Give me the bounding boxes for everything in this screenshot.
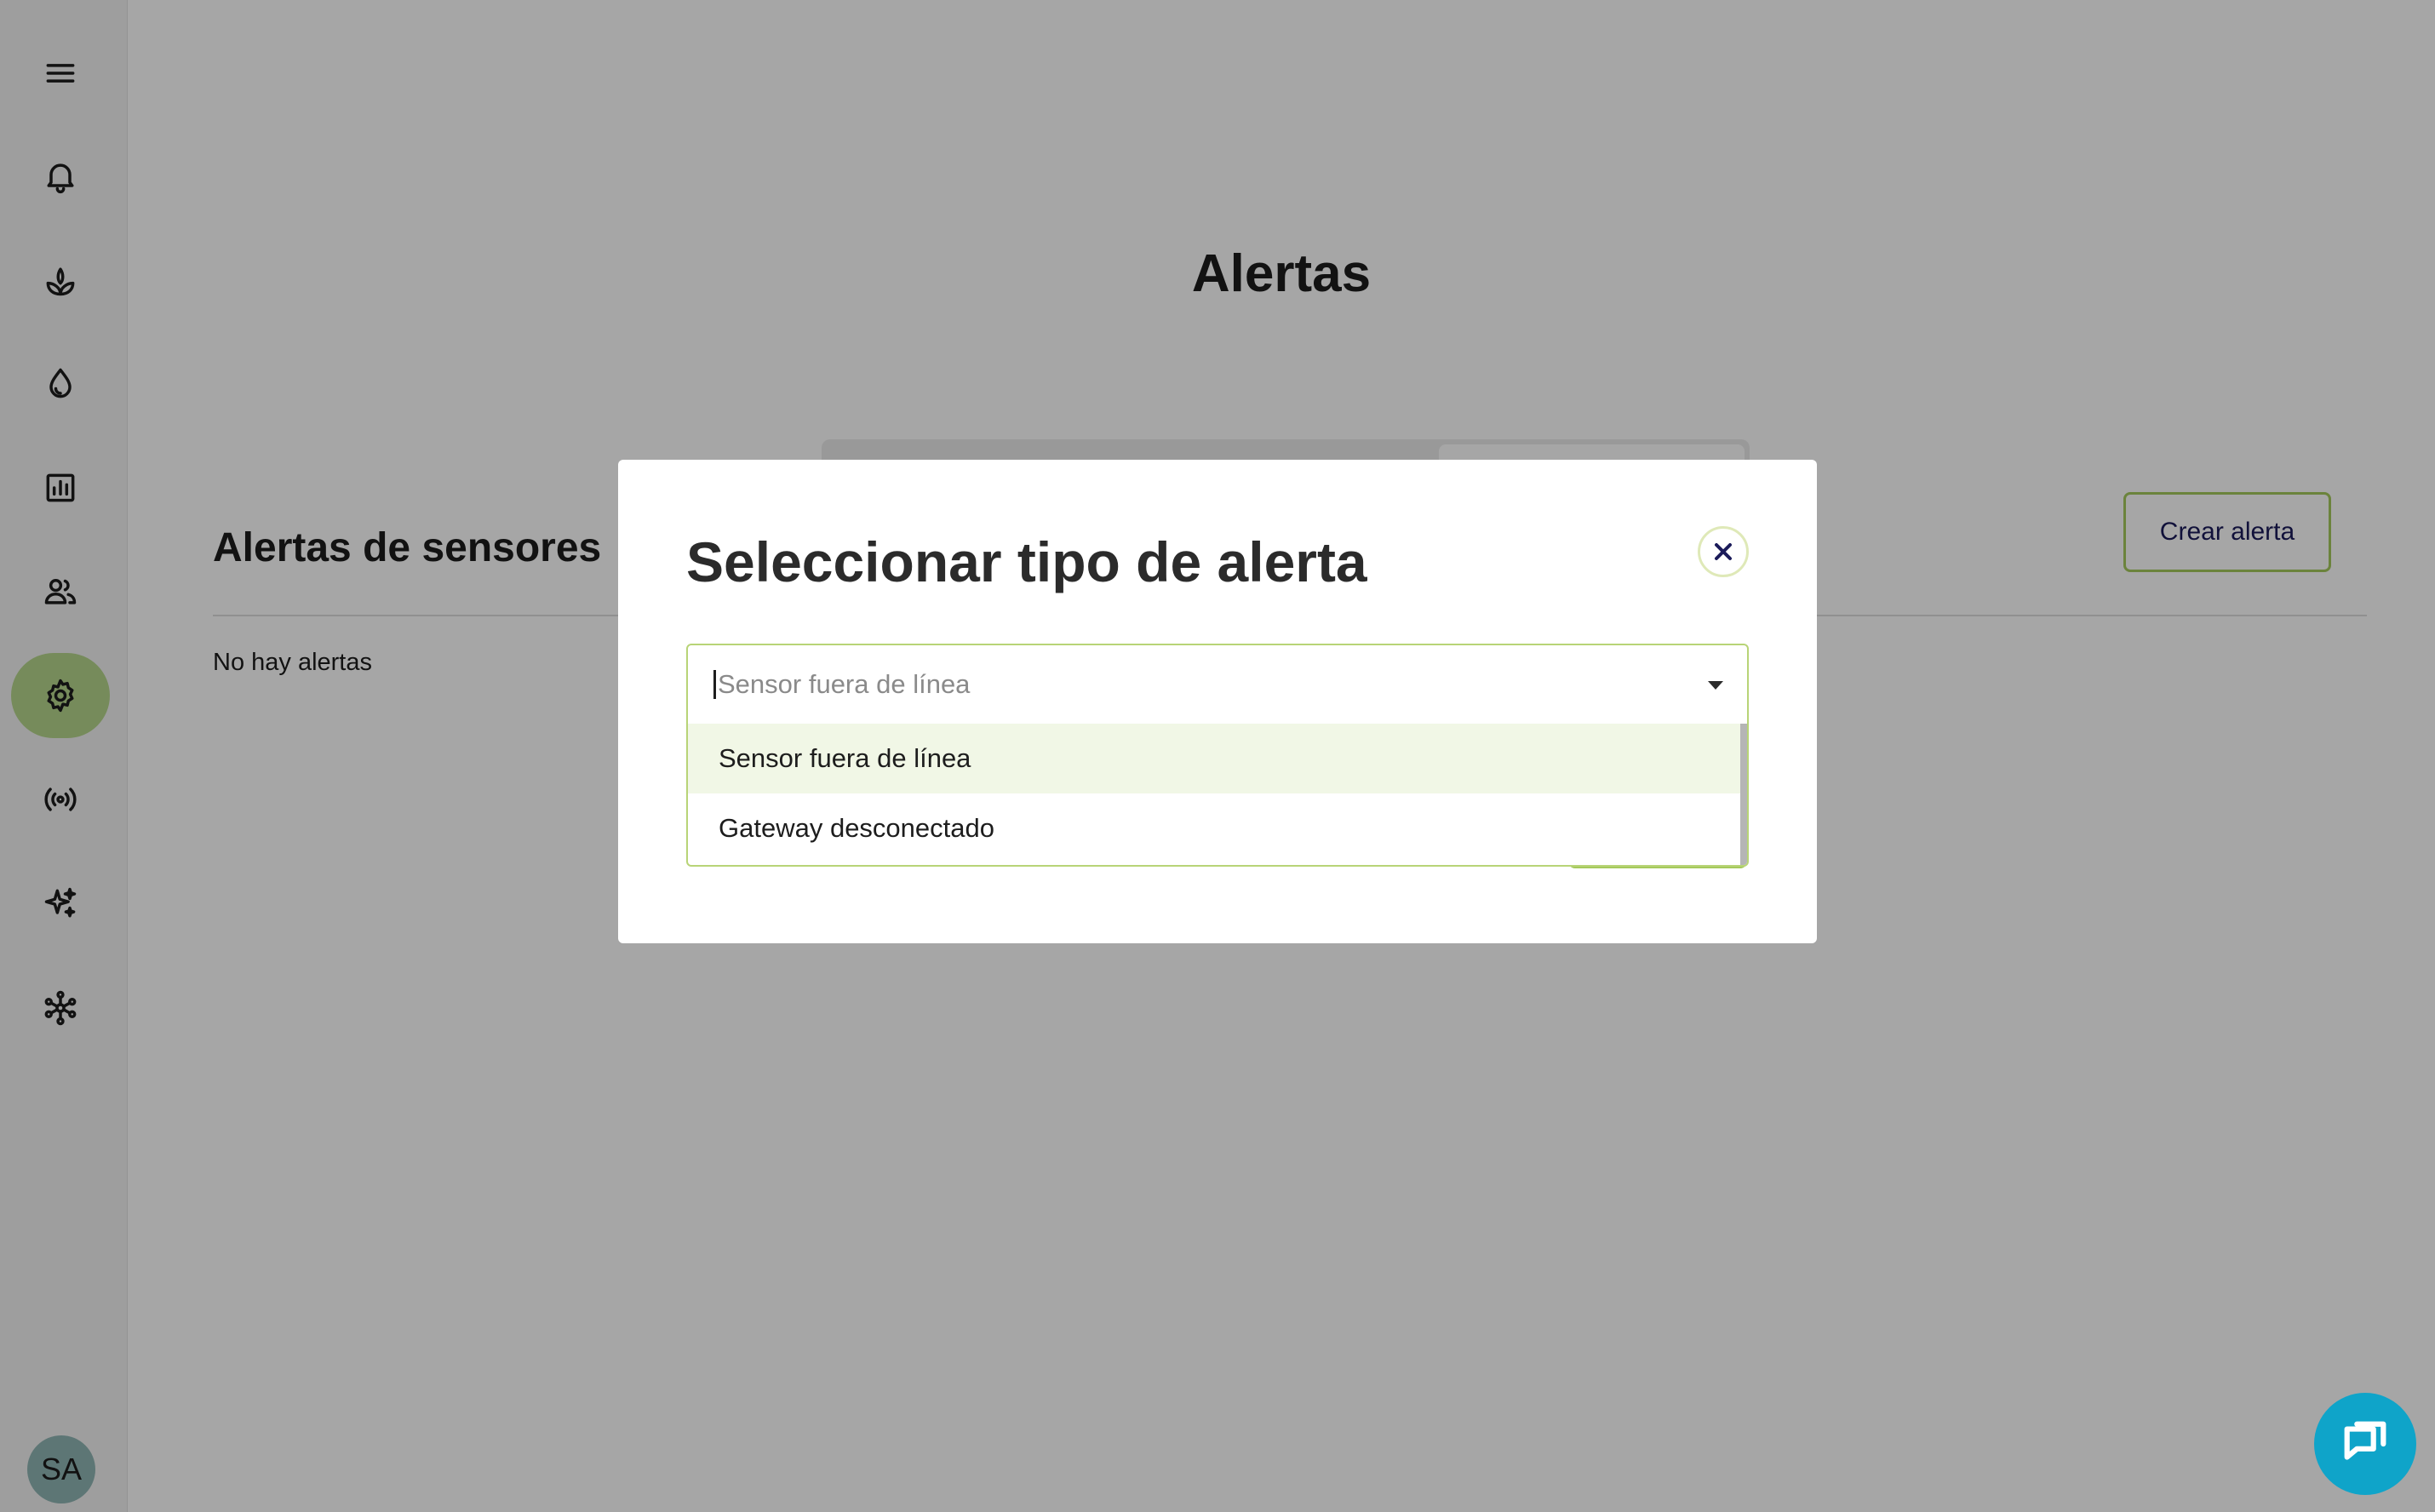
close-button[interactable] [1698,526,1749,577]
alert-type-input[interactable] [718,669,1654,700]
select-input-row[interactable] [688,645,1747,724]
option-gateway-disconnected[interactable]: Gateway desconectado [688,793,1740,863]
app-root: SA Alertas Alertas personalizadas Alerta… [0,0,2435,1512]
chat-icon [2344,1421,2386,1460]
options-scrollbar[interactable] [1740,724,1747,865]
alert-type-select[interactable]: Sensor fuera de línea Gateway desconecta… [686,644,1749,867]
select-alert-type-dialog: Seleccionar tipo de alerta Sensor fuera … [618,460,1817,943]
option-sensor-offline[interactable]: Sensor fuera de línea [688,724,1740,793]
options-list: Sensor fuera de línea Gateway desconecta… [688,724,1740,863]
dialog-title: Seleccionar tipo de alerta [686,530,1367,593]
chat-button[interactable] [2314,1393,2416,1495]
close-icon [1715,543,1732,560]
text-caret [713,670,716,699]
chevron-down-icon[interactable] [1708,681,1723,690]
